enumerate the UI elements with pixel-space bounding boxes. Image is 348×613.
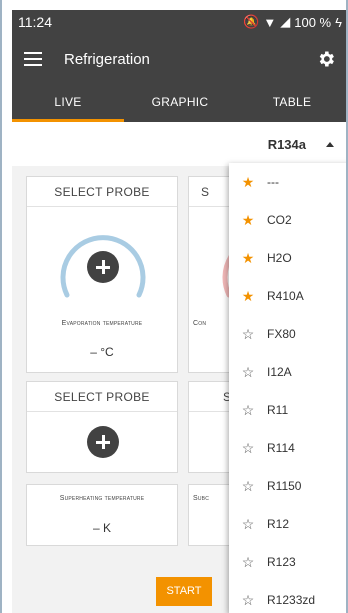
tab-graphic[interactable]: GRAPHIC (124, 84, 236, 122)
dropdown-item[interactable]: ★ CO2 (229, 201, 346, 239)
chevron-up-icon (326, 141, 334, 147)
dropdown-item[interactable]: ☆ R123 (229, 543, 346, 581)
dropdown-item[interactable]: ☆ R12 (229, 505, 346, 543)
star-outline-icon[interactable]: ☆ (241, 516, 255, 533)
star-outline-icon[interactable]: ☆ (241, 326, 255, 343)
dropdown-item[interactable]: ☆ R114 (229, 429, 346, 467)
tab-bar: LIVE GRAPHIC TABLE (12, 84, 346, 122)
dropdown-item[interactable]: ★ R410A (229, 277, 346, 315)
star-outline-icon[interactable]: ☆ (241, 364, 255, 381)
subcooling-label: Subc (193, 495, 210, 502)
evaporation-label: Evaporation temperature (61, 320, 143, 327)
dropdown-item[interactable]: ★ H2O (229, 239, 346, 277)
refrigerant-value: R134a (267, 136, 306, 152)
star-filled-icon[interactable]: ★ (241, 174, 255, 191)
signal-icon: ◢ (280, 14, 291, 29)
mute-icon: 🔕 (243, 14, 260, 29)
star-filled-icon[interactable]: ★ (241, 250, 255, 267)
condensation-label: Con (193, 320, 207, 327)
menu-icon[interactable] (24, 52, 42, 66)
probe-card-evaporation: SELECT PROBE Evaporation temperature – °… (26, 176, 178, 373)
refrigerant-dropdown: ★ --- ★ CO2 ★ H2O ★ R410A ☆ FX80 ☆ I12A ☆ R11 ☆… (229, 163, 346, 613)
superheating-card: Superheating temperature – K (26, 484, 178, 546)
gear-icon[interactable] (316, 49, 336, 69)
star-outline-icon[interactable]: ☆ (241, 592, 255, 609)
page-title: Refrigeration (64, 50, 150, 68)
star-outline-icon[interactable]: ☆ (241, 402, 255, 419)
status-time: 11:24 (18, 14, 52, 30)
status-icons: 🔕 ▼ ◢ 100 % ϟ (243, 14, 342, 30)
select-probe-header[interactable]: SELECT PROBE (27, 382, 177, 412)
star-outline-icon[interactable]: ☆ (241, 554, 255, 571)
tab-table[interactable]: TABLE (236, 84, 346, 122)
star-outline-icon[interactable]: ☆ (241, 478, 255, 495)
app-frame: 11:24 🔕 ▼ ◢ 100 % ϟ Refrigeration LIVE G… (0, 0, 348, 613)
evaporation-value: – °C (90, 345, 114, 359)
start-button[interactable]: START (156, 577, 212, 606)
charging-icon: ϟ (335, 14, 342, 30)
select-probe-header[interactable]: SELECT PROBE (27, 177, 177, 207)
dropdown-item[interactable]: ☆ FX80 (229, 315, 346, 353)
star-outline-icon[interactable]: ☆ (241, 440, 255, 457)
dropdown-item[interactable]: ☆ I12A (229, 353, 346, 391)
star-filled-icon[interactable]: ★ (241, 288, 255, 305)
dropdown-item[interactable]: ☆ R1150 (229, 467, 346, 505)
app-bar: Refrigeration (12, 34, 346, 84)
refrigerant-selector[interactable]: R134a (12, 122, 346, 166)
dropdown-item[interactable]: ☆ R11 (229, 391, 346, 429)
superheating-label: Superheating temperature (59, 495, 145, 502)
dropdown-item[interactable]: ☆ R1233zd (229, 581, 346, 613)
star-filled-icon[interactable]: ★ (241, 212, 255, 229)
tab-live[interactable]: LIVE (12, 84, 124, 122)
add-probe-button[interactable] (87, 426, 119, 458)
probe-card-3: SELECT PROBE (26, 381, 178, 473)
status-bar: 11:24 🔕 ▼ ◢ 100 % ϟ (12, 10, 346, 34)
add-probe-button[interactable] (87, 251, 119, 283)
wifi-icon: ▼ (263, 14, 277, 30)
battery-text: 100 % (294, 14, 332, 30)
superheating-value: – K (92, 521, 111, 535)
dropdown-item[interactable]: ★ --- (229, 163, 346, 201)
